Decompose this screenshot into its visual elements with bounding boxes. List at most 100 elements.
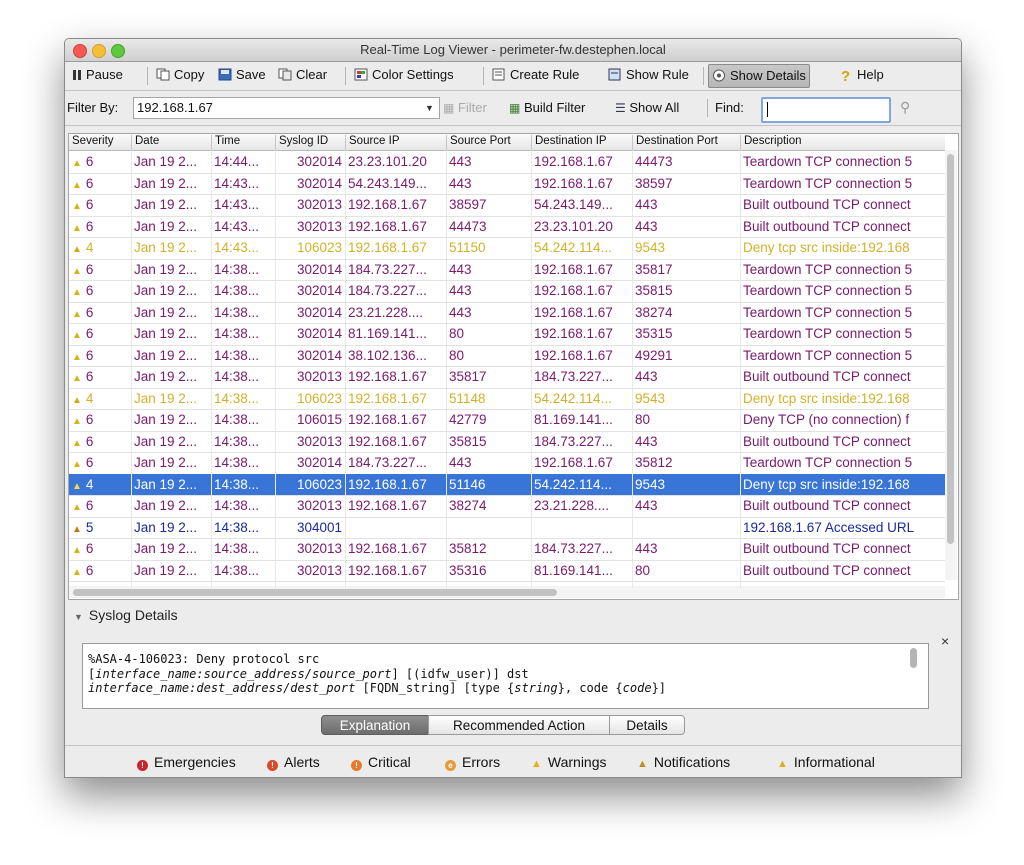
syslog-details-header[interactable]: ▼ Syslog Details	[65, 607, 961, 629]
cell-syslog-id: 302013	[296, 369, 342, 384]
pause-button[interactable]: Pause	[69, 64, 126, 86]
toolbar-separator	[483, 67, 484, 85]
tab-details[interactable]: Details	[609, 715, 685, 735]
header-severity[interactable]: Severity	[69, 135, 131, 150]
cell-source-ip: 192.168.1.67	[348, 476, 427, 492]
clear-icon	[278, 66, 292, 81]
details-scroll-thumb[interactable]	[910, 648, 917, 668]
cell-source-port: 443	[449, 154, 472, 169]
color-settings-button[interactable]: Color Settings	[351, 64, 457, 86]
close-icon[interactable]: ×	[941, 633, 949, 649]
cell-destination-ip: 192.168.1.67	[534, 326, 613, 341]
table-row[interactable]: ▲ 6 Jan 19 2... 14:38... 302014 38.102.136...…	[69, 345, 945, 367]
table-row[interactable]: ▲ 4 Jan 19 2... 14:38... 106023 192.168.1.67 5…	[69, 388, 945, 410]
table-row[interactable]: ▲ 4 Jan 19 2... 14:43... 106023 192.168.1.67 5…	[69, 237, 945, 260]
vertical-scroll-thumb[interactable]	[947, 154, 954, 544]
cell-severity: ▲ 4	[69, 391, 131, 407]
cell-source-ip: 184.73.227...	[348, 283, 427, 298]
cell-source-port: 44473	[449, 218, 487, 234]
severity-value: 6	[85, 455, 94, 470]
show-rule-button[interactable]: Show Rule	[605, 64, 692, 86]
cell-destination-port: 38597	[635, 175, 673, 191]
show-all-button[interactable]: ☰ Show All	[615, 100, 679, 115]
legend-label: Emergencies	[154, 754, 236, 770]
table-row[interactable]: ▲ 6 Jan 19 2... 14:38... 302013 192.168.1.67 3…	[69, 495, 945, 518]
filter-by-combobox[interactable]: 192.168.1.67	[133, 97, 440, 119]
table-row[interactable]: ▲ 6 Jan 19 2... 14:38... 302013 192.168.1.67 3…	[69, 560, 945, 582]
copy-button[interactable]: Copy	[153, 64, 207, 86]
severity-icon: ▲	[72, 523, 82, 535]
details-line: %ASA-4-106023: Deny protocol src	[88, 652, 320, 666]
table-row[interactable]: ▲ 6 Jan 19 2... 14:38... 302013 192.168.1.67 3…	[69, 431, 945, 453]
cell-description: Teardown TCP connection 5	[743, 455, 913, 470]
table-row[interactable]: ▲ 6 Jan 19 2... 14:38... 302014 184.73.227...…	[69, 259, 945, 281]
tab-explanation[interactable]: Explanation	[321, 715, 429, 735]
cell-source-port: 80	[449, 326, 465, 341]
cell-destination-ip: 184.73.227...	[534, 433, 613, 449]
cell-source-ip: 192.168.1.67	[348, 562, 427, 578]
table-row[interactable]: ▲ 6 Jan 19 2... 14:38... 302014 184.73.227...…	[69, 280, 945, 303]
table-row[interactable]: ▲ 6 Jan 19 2... 14:43... 302013 192.168.1.67 4…	[69, 216, 945, 238]
header-description[interactable]: Description	[740, 135, 945, 150]
create-rule-button[interactable]: Create Rule	[489, 64, 582, 86]
table-row[interactable]: ▲ 6 Jan 19 2... 14:38... 302013 192.168.1.67 3…	[69, 538, 945, 561]
vertical-scrollbar[interactable]	[945, 150, 957, 580]
find-input[interactable]	[761, 97, 891, 123]
cell-destination-port: 9543	[635, 390, 666, 406]
cell-time: 14:38...	[214, 455, 260, 470]
cell-destination-ip: 81.169.141...	[534, 562, 613, 578]
cell-syslog-id: 302014	[296, 326, 342, 341]
column-divider	[740, 150, 741, 588]
header-syslog-id[interactable]: Syslog ID	[275, 135, 345, 150]
table-row[interactable]: ▲ 6 Jan 19 2... 14:38... 106015 192.168.1.67 4…	[69, 409, 945, 432]
cell-destination-ip: 192.168.1.67	[534, 261, 613, 277]
disclosure-triangle-icon[interactable]: ▼	[74, 612, 83, 622]
severity-icon: ▲	[72, 437, 82, 449]
table-row[interactable]: ▲ 6 Jan 19 2... 14:38... 302014 81.169.141...…	[69, 323, 945, 346]
table-row[interactable]: ▲ 5 Jan 19 2... 14:38... 304001 192.168.1.67 …	[69, 517, 945, 539]
horizontal-scrollbar[interactable]	[69, 586, 945, 598]
cell-time: 14:43...	[214, 240, 260, 255]
cell-time: 14:44...	[214, 154, 260, 169]
filter-button[interactable]: ▦ Filter	[443, 100, 487, 115]
cell-date: Jan 19 2...	[134, 369, 198, 384]
table-row[interactable]: ▲ 6 Jan 19 2... 14:38... 302014 184.73.227...…	[69, 452, 945, 475]
header-time[interactable]: Time	[211, 135, 275, 150]
header-source-ip[interactable]: Source IP	[345, 135, 446, 150]
table-row[interactable]: ▲ 4 Jan 19 2... 14:38... 106023 192.168.1.67 5…	[69, 473, 945, 496]
header-source-port[interactable]: Source Port	[446, 135, 531, 150]
table-row[interactable]: ▲ 6 Jan 19 2... 14:38... 302013 192.168.1.67 3…	[69, 366, 945, 389]
show-details-button[interactable]: Show Details	[708, 64, 810, 88]
informational-icon: ▲	[777, 758, 788, 770]
create-rule-label: Create Rule	[510, 67, 580, 82]
tab-recommended-action[interactable]: Recommended Action	[428, 715, 610, 735]
chevron-down-icon[interactable]: ▼	[422, 98, 437, 118]
header-date[interactable]: Date	[131, 135, 211, 150]
build-filter-icon: ▦	[509, 101, 521, 115]
help-button[interactable]: ? Help	[838, 64, 887, 86]
clear-button[interactable]: Clear	[275, 64, 330, 86]
cell-date: Jan 19 2...	[134, 455, 198, 470]
table-row[interactable]: ▲ 6 Jan 19 2... 14:38... 302014 23.21.228....…	[69, 302, 945, 324]
horizontal-scroll-thumb[interactable]	[73, 589, 557, 596]
cell-destination-port	[632, 520, 740, 536]
details-text: ] [(idfw_user)] dst	[391, 666, 529, 681]
build-filter-button[interactable]: ▦ Build Filter	[509, 100, 585, 115]
cell-description: Teardown TCP connection 5	[743, 154, 913, 169]
cell-severity: ▲ 6	[69, 369, 131, 385]
cell-destination-ip: 192.168.1.67	[534, 283, 613, 298]
cell-description: Teardown TCP connection 5	[743, 283, 913, 298]
table-row[interactable]: ▲ 6 Jan 19 2... 14:44... 302014 23.23.101.20 4…	[69, 151, 945, 174]
header-destination-ip[interactable]: Destination IP	[531, 135, 632, 150]
syslog-details-text[interactable]: %ASA-4-106023: Deny protocol src [interf…	[82, 643, 929, 709]
search-icon[interactable]: ⚲	[900, 99, 910, 116]
save-button[interactable]: Save	[215, 64, 269, 86]
table-row[interactable]: ▲ 6 Jan 19 2... 14:43... 302013 192.168.1.67 3…	[69, 194, 945, 217]
header-destination-port[interactable]: Destination Port	[632, 135, 740, 150]
filter-icon: ▦	[443, 101, 455, 115]
table-row[interactable]: ▲ 6 Jan 19 2... 14:43... 302014 54.243.149...…	[69, 173, 945, 195]
cell-time: 14:38...	[214, 369, 260, 384]
cell-syslog-id: 302013	[296, 433, 342, 449]
errors-icon: e	[445, 760, 456, 771]
cell-time: 14:38...	[214, 562, 260, 578]
